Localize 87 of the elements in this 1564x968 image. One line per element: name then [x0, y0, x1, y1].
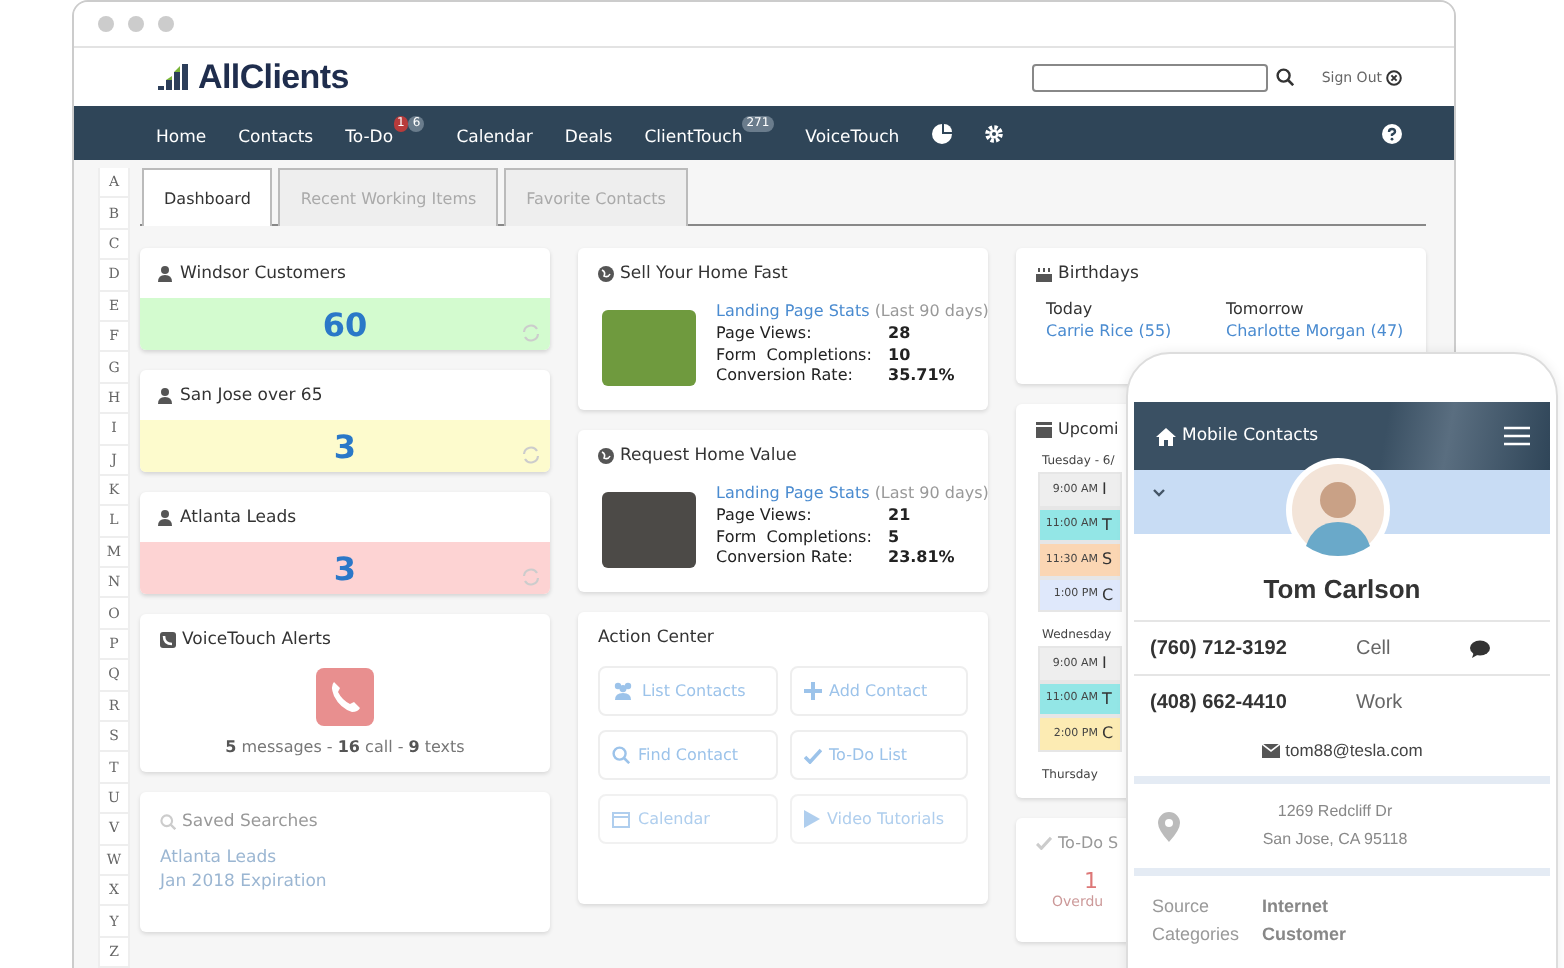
birthday-link[interactable]: Carrie Rice (55) — [1046, 322, 1226, 340]
detail-label: Source — [1152, 896, 1212, 916]
settings-icon[interactable] — [983, 123, 1004, 143]
card-title: Upcomi — [1058, 420, 1119, 438]
card-title: Birthdays — [1058, 264, 1139, 284]
stat-value: 5 — [888, 527, 902, 547]
stat-label: Conversion Rate: — [716, 366, 855, 386]
stat-value: 35.71% — [888, 366, 957, 386]
window-dot-icon — [128, 16, 144, 32]
tab[interactable]: Dashboard — [142, 168, 273, 226]
pie-chart-icon[interactable] — [931, 123, 952, 143]
check-icon — [803, 747, 821, 763]
day-heading: Today — [1046, 300, 1095, 318]
stat-value: 10 — [888, 345, 913, 365]
stats-heading: Landing Page Stats (Last 90 days) — [716, 302, 989, 322]
phone-icon — [160, 632, 176, 648]
chat-bubble-icon[interactable] — [1470, 639, 1490, 657]
card-title: Saved Searches — [182, 812, 318, 832]
search-icon — [612, 746, 630, 764]
search-field[interactable] — [1031, 63, 1268, 91]
card-title: Windsor Customers — [180, 263, 346, 283]
detail-value: Internet — [1262, 896, 1329, 916]
photo-placeholder — [602, 310, 696, 386]
close-icon — [1386, 69, 1402, 85]
phone-number[interactable]: (408) 662-4410 — [1150, 691, 1356, 713]
calendar-icon — [612, 810, 630, 828]
email-link[interactable]: tom88@tesla.com — [1128, 728, 1556, 776]
phone-title: Mobile Contacts — [1182, 426, 1319, 446]
avatar-silhouette — [1286, 458, 1390, 562]
home-icon[interactable] — [1156, 427, 1176, 445]
stats-link[interactable]: Landing Page Stats — [716, 484, 870, 502]
envelope-icon — [1261, 743, 1280, 757]
calendar-icon — [1036, 421, 1052, 437]
card-title: VoiceTouch Alerts — [182, 630, 331, 650]
stat-value: 23.81% — [888, 548, 957, 568]
person-icon — [158, 509, 172, 525]
plus-icon — [803, 682, 821, 700]
check-icon — [1036, 835, 1052, 849]
stats-heading: Landing Page Stats (Last 90 days) — [716, 484, 989, 504]
window-dot-icon — [158, 16, 174, 32]
nav-link[interactable]: Deals — [564, 116, 613, 150]
card-title: To-Do S — [1058, 833, 1119, 851]
phone-type: Cell — [1356, 637, 1393, 659]
detail-value: Customer — [1262, 924, 1347, 944]
chevron-down-icon[interactable] — [1152, 488, 1166, 498]
cake-icon — [1036, 266, 1052, 282]
stat-label: Page Views: — [716, 323, 814, 343]
logo-text: AllClients — [198, 57, 349, 97]
stats-link[interactable]: Landing Page Stats — [716, 302, 870, 320]
search-icon — [160, 814, 176, 830]
nav-link[interactable]: Home — [156, 116, 207, 150]
play-icon — [803, 810, 819, 828]
stat-label: Page Views: — [716, 505, 814, 525]
card-title: Atlanta Leads — [180, 507, 297, 527]
stat-label: Conversion Rate: — [716, 548, 855, 568]
nav-link[interactable]: VoiceTouch — [805, 116, 900, 150]
card-title: Request Home Value — [620, 446, 797, 466]
people-icon — [612, 682, 634, 700]
stat-label: Form Completions: — [716, 527, 874, 547]
contact-name: Tom Carlson — [1261, 574, 1423, 604]
logo-icon — [158, 64, 190, 90]
day-heading: Tomorrow — [1226, 300, 1306, 318]
menu-icon[interactable] — [1504, 426, 1530, 446]
detail-label: Categories — [1152, 924, 1242, 944]
alert-summary: 5 messages - 16 call - 9 texts — [223, 738, 467, 756]
stat-value: 21 — [888, 505, 913, 525]
help-icon[interactable] — [1382, 123, 1402, 143]
person-icon — [158, 265, 172, 281]
phone-type: Work — [1356, 691, 1405, 713]
nav-link[interactable]: Contacts — [238, 116, 314, 150]
photo-placeholder — [602, 492, 696, 568]
count-value[interactable]: 3 — [333, 427, 357, 465]
overdue-count: 1 — [1082, 867, 1098, 893]
address-text: 1269 Redcliff Dr San Jose, CA 95118 — [1260, 800, 1410, 852]
birthday-link[interactable]: Charlotte Morgan (47) — [1226, 322, 1406, 340]
card-title: San Jose over 65 — [180, 385, 323, 405]
nav-link[interactable]: Calendar — [456, 116, 533, 150]
count-value[interactable]: 3 — [333, 549, 357, 587]
count-value[interactable]: 60 — [322, 305, 368, 343]
stat-label: Form Completions: — [716, 345, 874, 365]
window-dot-icon — [98, 16, 114, 32]
phone-number[interactable]: (760) 712-3192 — [1150, 637, 1356, 659]
card-title: Action Center — [598, 628, 714, 648]
search-icon[interactable] — [1275, 68, 1294, 86]
card-title: Sell Your Home Fast — [620, 264, 788, 284]
person-icon — [158, 387, 172, 403]
stat-value: 28 — [888, 323, 913, 343]
